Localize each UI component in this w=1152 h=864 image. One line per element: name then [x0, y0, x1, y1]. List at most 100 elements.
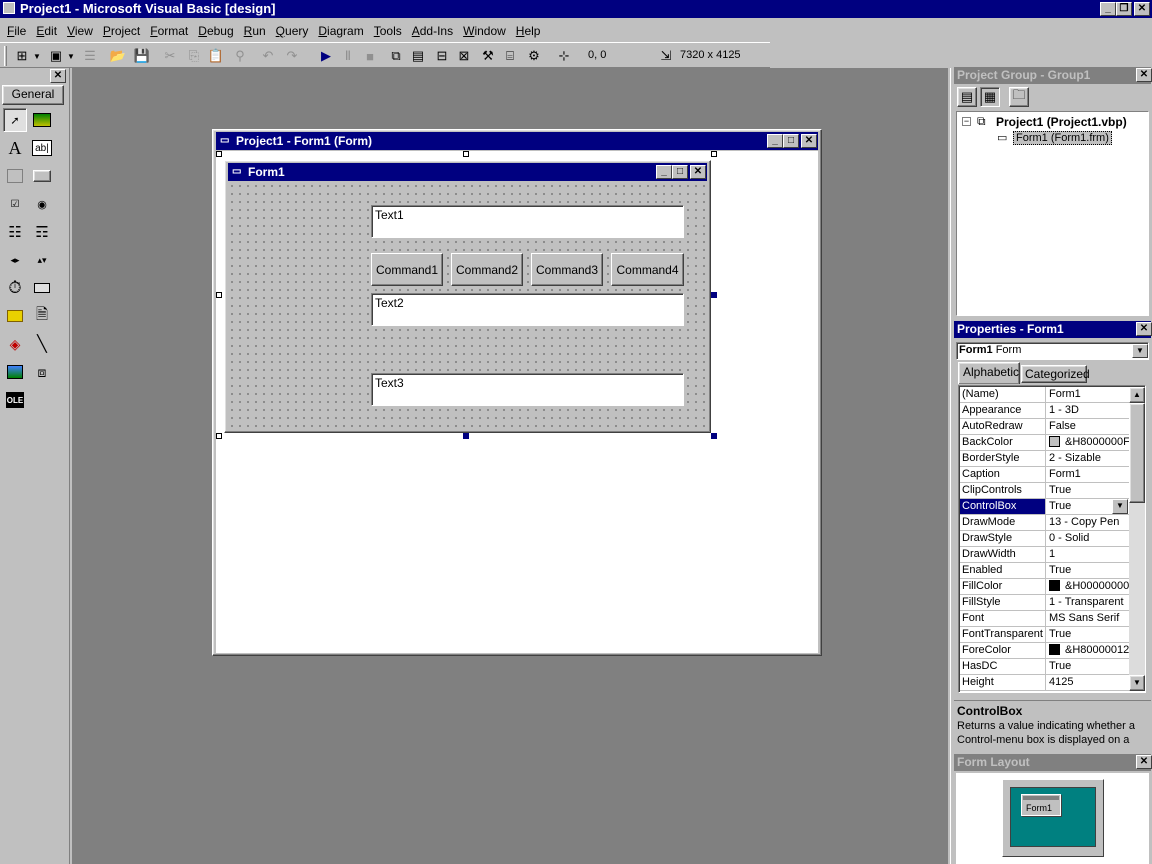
drivelistbox-icon[interactable] [30, 276, 54, 300]
command4-button[interactable]: Command4 [611, 253, 684, 286]
menu-help[interactable]: Help [511, 21, 546, 41]
filelistbox-icon[interactable]: 🗎 [30, 304, 54, 328]
text3-textbox[interactable]: Text3 [371, 373, 684, 406]
menu-edit[interactable]: Edit [31, 21, 62, 41]
optionbutton-icon[interactable]: ◉ [30, 192, 54, 216]
hscrollbar-icon[interactable]: ◂▸ [3, 248, 27, 272]
property-value[interactable]: 13 - Copy Pen [1047, 515, 1129, 530]
object-selector[interactable]: Form1 Form ▼ [956, 342, 1149, 360]
picturebox-icon[interactable] [30, 108, 54, 132]
property-value[interactable]: True [1047, 659, 1129, 674]
property-row[interactable]: BackColor&H8000000F& [960, 435, 1129, 451]
command2-button[interactable]: Command2 [451, 253, 523, 286]
data-view-icon[interactable]: ⌸ [500, 46, 520, 66]
designer-minimize-button[interactable]: _ [767, 134, 783, 148]
dropdown-arrow-icon[interactable]: ▼ [32, 46, 42, 66]
properties-window-icon[interactable]: ▤ [408, 46, 428, 66]
property-row[interactable]: HasDC True [960, 659, 1129, 675]
cut-icon[interactable]: ✂ [160, 46, 180, 66]
property-row[interactable]: FontTransparent True [960, 627, 1129, 643]
property-row[interactable]: BorderStyle 2 - Sizable [960, 451, 1129, 467]
resize-handle-bottom[interactable] [463, 433, 469, 439]
command3-button[interactable]: Command3 [531, 253, 603, 286]
save-project-icon[interactable]: 💾 [132, 46, 152, 66]
form-layout-form[interactable]: Form1 [1021, 794, 1061, 816]
menu-add-ins[interactable]: Add-Ins [407, 21, 458, 41]
dirlistbox-icon[interactable] [3, 304, 27, 328]
form-node[interactable]: Form1 (Form1.frm) [1013, 131, 1112, 145]
property-row[interactable]: Font MS Sans Serif [960, 611, 1129, 627]
label-icon[interactable]: A [3, 136, 27, 160]
property-row[interactable]: FillColor&H00000000& [960, 579, 1129, 595]
dropdown-arrow-icon[interactable]: ▼ [66, 46, 76, 66]
menu-run[interactable]: Run [239, 21, 271, 41]
form-layout-close-button[interactable]: ✕ [1136, 755, 1152, 769]
add-project-icon[interactable]: ⊞ [12, 46, 32, 66]
property-row[interactable]: FillStyle 1 - Transparent [960, 595, 1129, 611]
text1-textbox[interactable]: Text1 [371, 205, 684, 238]
project-explorer-icon[interactable]: ⧉ [386, 46, 406, 66]
property-row[interactable]: ForeColor&H80000012& [960, 643, 1129, 659]
property-value[interactable]: 2 - Sizable [1047, 451, 1129, 466]
property-dropdown-button[interactable]: ▼ [1112, 499, 1128, 514]
paste-icon[interactable]: 📋 [206, 46, 226, 66]
property-value[interactable]: &H00000000& [1047, 579, 1129, 594]
restore-button[interactable]: ❐ [1116, 2, 1132, 16]
object-selector-dropdown-icon[interactable]: ▼ [1132, 344, 1148, 358]
property-scrollbar[interactable]: ▲ ▼ [1129, 387, 1145, 691]
property-row[interactable]: Height 4125 [960, 675, 1129, 691]
collapse-icon[interactable]: − [962, 117, 971, 126]
menu-project[interactable]: Project [98, 21, 145, 41]
form-layout-icon[interactable]: ⊟ [432, 46, 452, 66]
open-project-icon[interactable]: 📂 [108, 46, 128, 66]
data-icon[interactable]: ⧈ [30, 360, 54, 384]
property-row[interactable]: DrawMode 13 - Copy Pen [960, 515, 1129, 531]
property-value[interactable]: True [1047, 483, 1129, 498]
checkbox-icon[interactable]: ☑ [3, 192, 27, 216]
menu-tools[interactable]: Tools [369, 21, 407, 41]
property-row[interactable]: DrawStyle 0 - Solid [960, 531, 1129, 547]
menu-format[interactable]: Format [145, 21, 193, 41]
resize-handle-left[interactable] [216, 292, 222, 298]
toolbar-grip[interactable] [4, 46, 7, 66]
textbox-icon[interactable]: ab| [32, 140, 52, 156]
resize-handle-right[interactable] [711, 292, 717, 298]
form1-close-button[interactable]: ✕ [690, 165, 706, 179]
scroll-up-icon[interactable]: ▲ [1129, 387, 1145, 403]
component-manager-icon[interactable]: ⚙ [524, 46, 544, 66]
shape-icon[interactable]: ◈ [3, 332, 27, 356]
redo-icon[interactable]: ↷ [282, 46, 302, 66]
project-node[interactable]: Project1 (Project1.vbp) [996, 115, 1127, 129]
toolbox-tab-general[interactable]: General [2, 85, 64, 105]
property-value[interactable]: MS Sans Serif [1047, 611, 1129, 626]
add-form-icon[interactable]: ▣ [46, 46, 66, 66]
resize-handle-bottom-right[interactable] [711, 433, 717, 439]
view-object-icon[interactable]: ▦ [980, 87, 1000, 107]
property-row[interactable]: DrawWidth 1 [960, 547, 1129, 563]
property-value[interactable]: True [1047, 627, 1129, 642]
form1-maximize-button[interactable]: □ [672, 165, 688, 179]
minimize-button[interactable]: _ [1100, 2, 1116, 16]
property-row[interactable]: ClipControls True [960, 483, 1129, 499]
menu-diagram[interactable]: Diagram [313, 21, 368, 41]
menu-query[interactable]: Query [271, 21, 314, 41]
property-value[interactable]: True [1047, 563, 1129, 578]
pointer-icon[interactable]: ➚ [3, 108, 27, 132]
property-row[interactable]: (Name) Form1 [960, 387, 1129, 403]
menu-debug[interactable]: Debug [193, 21, 238, 41]
property-row[interactable]: Caption Form1 [960, 467, 1129, 483]
command1-button[interactable]: Command1 [371, 253, 443, 286]
copy-icon[interactable]: ⎘ [184, 46, 204, 66]
resize-handle-top-right[interactable] [711, 151, 717, 157]
toggle-folders-icon[interactable]: 🗀 [1009, 87, 1029, 107]
menu-editor-icon[interactable]: ☰ [80, 46, 100, 66]
property-value[interactable]: 4125 [1047, 675, 1129, 690]
property-row[interactable]: AutoRedraw False [960, 419, 1129, 435]
property-row[interactable]: ControlBox True [960, 499, 1129, 515]
break-icon[interactable]: Ⅱ [338, 46, 358, 66]
designer-maximize-button[interactable]: □ [783, 134, 799, 148]
timer-icon[interactable]: ⏱ [3, 276, 27, 300]
scroll-thumb[interactable] [1129, 403, 1145, 503]
menu-window[interactable]: Window [458, 21, 511, 41]
commandbutton-icon[interactable] [30, 164, 54, 188]
